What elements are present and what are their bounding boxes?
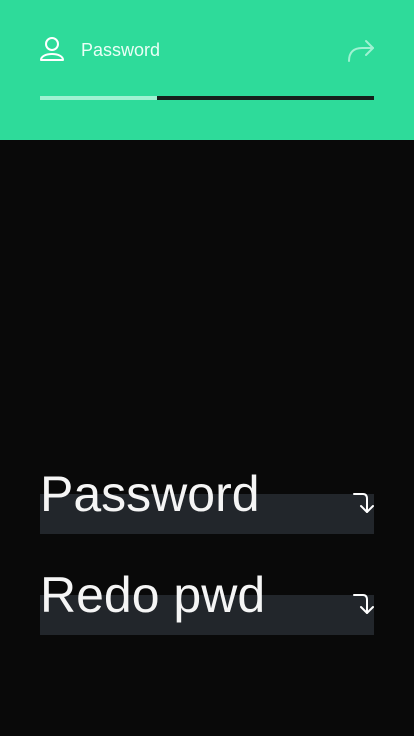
header: Password (0, 0, 414, 140)
password-label: Password (40, 466, 260, 522)
progress-bar (40, 96, 374, 100)
redo-password-label: Redo pwd (40, 567, 266, 623)
enter-arrow-icon[interactable] (350, 591, 374, 619)
password-setup-screen: Password Password Redo pwd (0, 0, 414, 736)
user-icon (40, 37, 64, 61)
progress-fill (40, 96, 157, 100)
enter-arrow-icon[interactable] (350, 490, 374, 518)
header-title: Password (81, 40, 161, 60)
redo-password-field[interactable]: Redo pwd (40, 567, 374, 635)
password-field[interactable]: Password (40, 466, 374, 534)
forward-arrow-icon[interactable] (346, 36, 376, 64)
